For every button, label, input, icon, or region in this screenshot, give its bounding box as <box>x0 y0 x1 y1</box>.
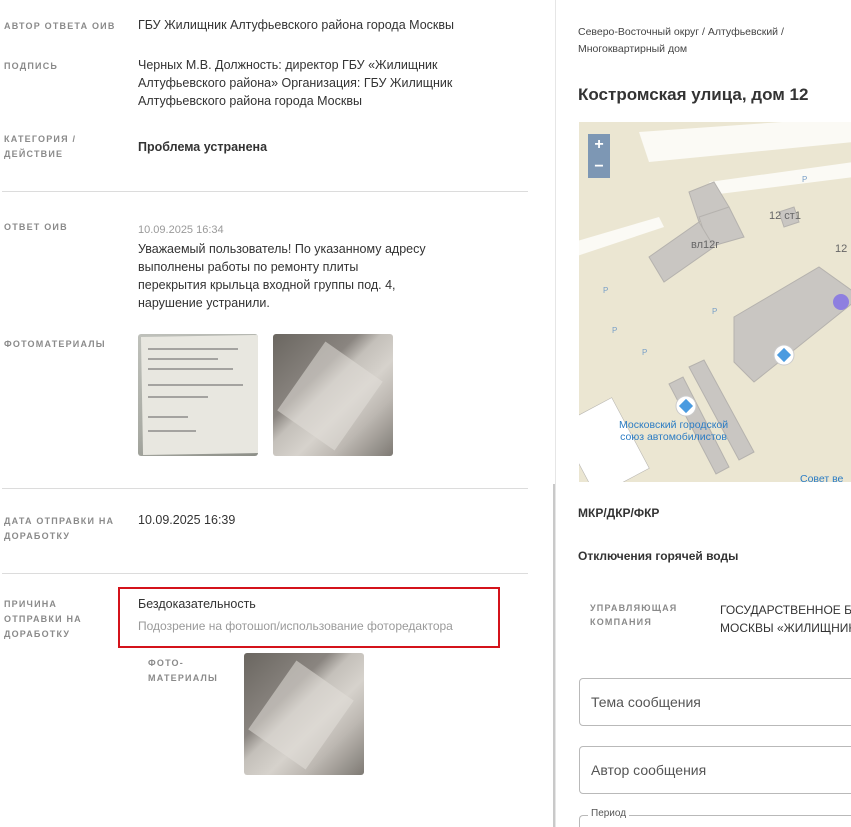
sent-for-revision-label: ДАТА ОТПРАВКИ НА ДОРАБОТКУ <box>4 516 115 541</box>
map-poi-label: Совет ве <box>800 473 844 482</box>
category-value: Проблема устранена <box>138 140 268 154</box>
map[interactable]: + − вл12г 12 ст1 12 Московский городской… <box>579 122 851 482</box>
highlight-box <box>118 587 500 648</box>
breadcrumb: Северо-Восточный округ / Алтуфьевский / … <box>578 26 784 55</box>
divider <box>2 191 528 192</box>
parking-icon: P <box>642 348 648 357</box>
signature-value: Черных М.В. Должность: директор ГБУ «Жил… <box>138 58 453 108</box>
object-info-panel: Северо-Восточный округ / Алтуфьевский / … <box>556 0 851 827</box>
answer-photo-document[interactable] <box>138 334 258 456</box>
map-label-building: 12 <box>835 243 848 255</box>
revision-photo-floor[interactable] <box>244 653 364 775</box>
map-label-building: вл12г <box>691 239 720 251</box>
author-placeholder: Автор сообщения <box>591 762 707 778</box>
signature-label: ПОДПИСЬ <box>4 61 59 71</box>
revision-reason-label: ПРИЧИНА ОТПРАВКИ НА ДОРАБОТКУ <box>4 599 82 639</box>
sent-for-revision-value: 10.09.2025 16:39 <box>138 513 236 527</box>
answer-text: Уважаемый пользователь! По указанному ад… <box>138 242 426 310</box>
period-label: Период <box>588 808 630 819</box>
map-label-building: 12 ст1 <box>769 210 801 222</box>
photos-label: ФОТОМАТЕРИАЛЫ <box>4 339 106 349</box>
parking-icon: P <box>603 286 609 295</box>
answer-date: 10.09.2025 16:34 <box>138 224 224 236</box>
period-field[interactable]: Период <box>579 808 851 827</box>
author-value: ГБУ Жилищник Алтуфьевского района города… <box>138 18 454 32</box>
scrollbar-thumb[interactable] <box>553 484 555 827</box>
program-label: МКР/ДКР/ФКР <box>578 506 660 520</box>
revision-photos-label: ФОТО- МАТЕРИАЛЫ <box>148 658 219 683</box>
request-details-panel: АВТОР ОТВЕТА ОИВ ГБУ Жилищник Алтуфьевск… <box>0 0 555 827</box>
parking-icon: P <box>612 326 618 335</box>
divider <box>2 488 528 489</box>
divider <box>2 573 528 574</box>
answer-photo-floor[interactable] <box>273 334 393 456</box>
zoom-in-button[interactable]: + <box>588 134 610 156</box>
map-poi-label: Московский городской союз автомобилистов <box>619 419 729 443</box>
zoom-out-button[interactable]: − <box>588 156 610 178</box>
hot-water-outages-label: Отключения горячей воды <box>578 549 739 563</box>
parking-icon: P <box>712 307 718 316</box>
author-label: АВТОР ОТВЕТА ОИВ <box>4 21 116 31</box>
parking-icon: P <box>802 175 808 184</box>
topic-placeholder: Тема сообщения <box>591 694 701 710</box>
address-title: Костромская улица, дом 12 <box>578 85 809 104</box>
author-input[interactable]: Автор сообщения <box>579 746 851 794</box>
topic-input[interactable]: Тема сообщения <box>579 678 851 726</box>
answer-label: ОТВЕТ ОИВ <box>4 222 68 232</box>
management-company-value: ГОСУДАРСТВЕННОЕ БЮ МОСКВЫ «ЖИЛИЩНИК <box>720 603 851 635</box>
management-company-label: УПРАВЛЯЮЩАЯ КОМПАНИЯ <box>590 603 678 627</box>
category-label: КАТЕГОРИЯ / ДЕЙСТВИЕ <box>4 134 77 159</box>
